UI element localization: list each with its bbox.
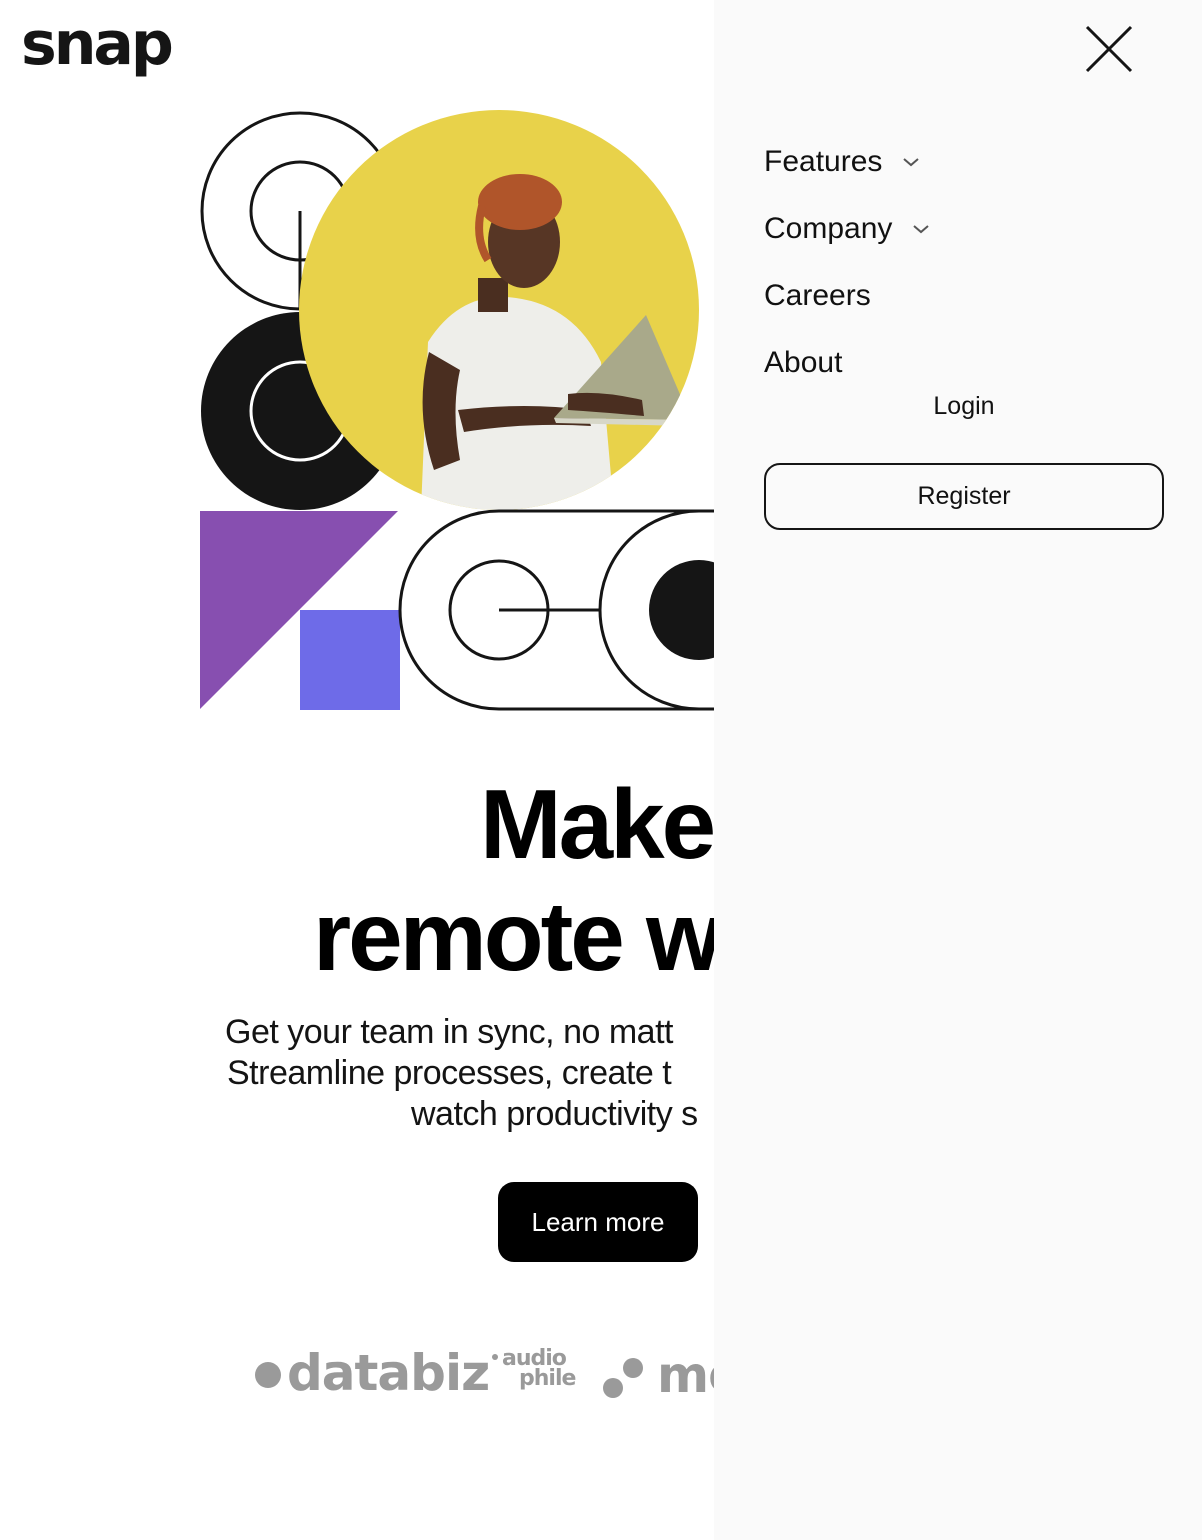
menu-item-label[interactable]: About [764,346,842,380]
person-photo [299,110,699,510]
databiz-logo: databiz [255,1344,499,1402]
menu-item-label[interactable]: Features [764,145,882,179]
menu-item-careers[interactable]: Careers [764,262,932,329]
hero-description-line-1: Get your team in sync, no matt [225,1013,673,1051]
menu-item-about[interactable]: About [764,329,932,396]
close-icon[interactable] [1084,22,1138,76]
hero-description: Get your team in sync, no matt Streamlin… [0,1012,714,1135]
databiz-dot-icon [255,1362,281,1388]
chevron-down-icon[interactable] [910,222,932,236]
audiophile-logo: audio phile [502,1348,576,1391]
chevron-down-icon[interactable] [900,155,922,169]
audiophile-logo-bottom: phile [519,1366,576,1391]
hero-title-line-2: remote w [313,881,714,991]
menu-item-features[interactable]: Features [764,128,932,195]
snap-logo[interactable]: snap [21,14,174,74]
close-menu-button[interactable] [1084,22,1138,76]
login-link[interactable]: Login [764,392,1164,421]
menu-item-company[interactable]: Company [764,195,932,262]
register-button[interactable]: Register [764,463,1164,530]
databiz-logo-text: databiz [287,1344,490,1402]
meet-dots-icon [603,1352,647,1398]
databiz-small-dot-icon [492,1354,499,1360]
hero-description-line-3: watch productivity s [411,1095,698,1133]
menu-nav: Features Company Careers About [764,128,932,396]
meet-logo-text: me [657,1346,714,1404]
hero-description-line-2: Streamline processes, create t [227,1054,672,1092]
hero-title-line-1: Make [480,769,714,879]
client-logos: databiz audio phile me [0,1335,714,1415]
meet-logo: me [603,1347,714,1403]
mobile-menu-panel: Features Company Careers About Login Reg… [714,0,1202,1540]
blue-square-shape [300,610,400,710]
menu-item-label[interactable]: Company [764,212,892,246]
menu-item-label[interactable]: Careers [764,279,871,313]
hero-illustration [196,110,716,715]
pill-circles-shape [398,509,716,711]
learn-more-button[interactable]: Learn more [498,1182,698,1262]
hero-title: Make remote w [0,768,714,992]
